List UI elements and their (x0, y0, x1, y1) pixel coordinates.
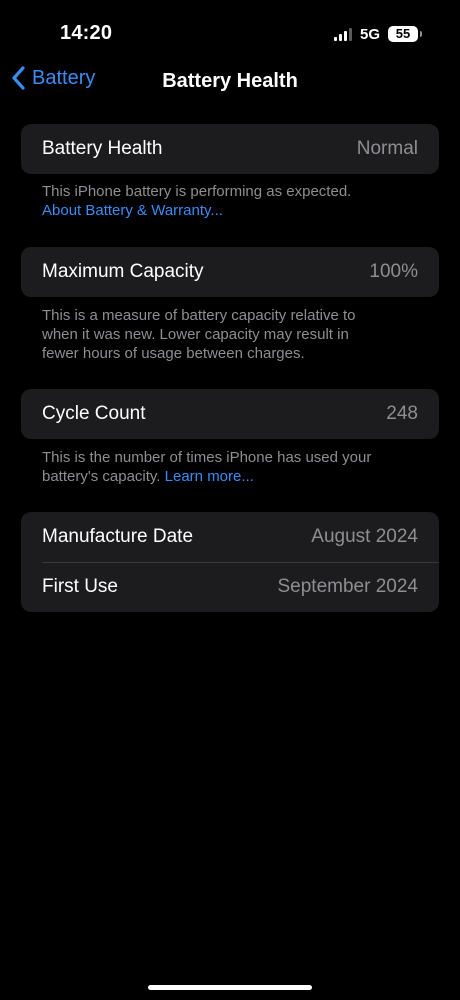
battery-health-label: Battery Health (42, 138, 163, 159)
about-battery-warranty-link[interactable]: About Battery & Warranty... (42, 201, 422, 220)
network-type: 5G (359, 25, 380, 43)
home-indicator[interactable] (148, 985, 312, 990)
battery-icon: 55 (388, 26, 422, 42)
battery-level: 55 (395, 26, 411, 41)
manufacture-date-row: Manufacture Date August 2024 (21, 512, 439, 562)
manufacture-date-label: Manufacture Date (42, 526, 194, 547)
capacity-footer-line-3: fewer hours of usage between charges. (42, 345, 305, 362)
cycle-count-value: 248 (386, 403, 418, 424)
cycle-count-label: Cycle Count (42, 403, 146, 424)
cycle-footer-line-2: battery's capacity. (42, 468, 161, 485)
battery-health-footer: This iPhone battery is performing as exp… (42, 182, 422, 220)
cellular-signal-icon (333, 27, 352, 41)
first-use-label: First Use (42, 576, 118, 597)
capacity-footer-line-2: when it was new. Lower capacity may resu… (42, 326, 349, 343)
maximum-capacity-group: Maximum Capacity 100% (21, 247, 439, 297)
cycle-count-row: Cycle Count 248 (21, 389, 439, 439)
navigation-bar: Battery Battery Health (0, 62, 460, 102)
status-time: 14:20 (60, 22, 113, 44)
cycle-count-group: Cycle Count 248 (21, 389, 439, 439)
manufacture-date-value: August 2024 (311, 526, 418, 547)
battery-health-group: Battery Health Normal (21, 124, 439, 174)
cycle-footer-line-2-wrap: battery's capacity. Learn more... (42, 467, 422, 486)
battery-health-value: Normal (356, 138, 418, 159)
maximum-capacity-row: Maximum Capacity 100% (21, 247, 439, 297)
first-use-value: September 2024 (277, 576, 419, 597)
page-title: Battery Health (162, 70, 298, 92)
maximum-capacity-label: Maximum Capacity (42, 261, 204, 282)
maximum-capacity-value: 100% (369, 261, 418, 282)
status-indicators: 5G 55 (333, 24, 422, 44)
maximum-capacity-footer: This is a measure of battery capacity re… (42, 306, 422, 363)
battery-dates-group: Manufacture Date August 2024 First Use S… (21, 512, 439, 612)
status-bar: 14:20 5G 55 (0, 0, 460, 60)
battery-health-footer-text: This iPhone battery is performing as exp… (42, 183, 352, 200)
capacity-footer-line-1: This is a measure of battery capacity re… (42, 307, 356, 324)
cycle-footer-line-1: This is the number of times iPhone has u… (42, 449, 372, 466)
learn-more-link[interactable]: Learn more... (165, 468, 254, 485)
cycle-count-footer: This is the number of times iPhone has u… (42, 448, 422, 486)
battery-health-row: Battery Health Normal (21, 124, 439, 174)
first-use-row: First Use September 2024 (21, 562, 439, 612)
